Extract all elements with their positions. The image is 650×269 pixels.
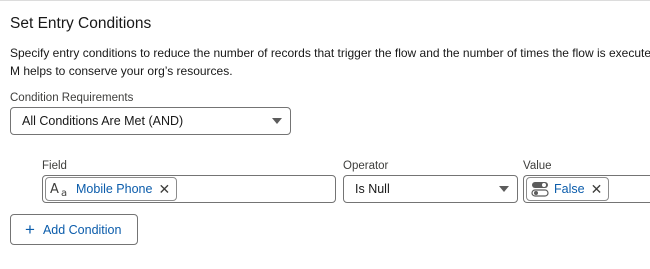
field-pill-label: Mobile Phone xyxy=(76,182,153,196)
boolean-toggle-icon xyxy=(531,182,549,197)
section-divider xyxy=(0,0,650,1)
operator-label: Operator xyxy=(343,160,389,172)
chevron-down-icon xyxy=(499,186,509,192)
field-pill[interactable]: A a Mobile Phone ✕ xyxy=(45,177,178,201)
value-label: Value xyxy=(523,160,552,172)
condition-requirements-label: Condition Requirements xyxy=(10,92,134,104)
chevron-down-icon xyxy=(272,118,282,124)
condition-requirements-select[interactable]: All Conditions Are Met (AND) xyxy=(10,107,291,135)
svg-text:a: a xyxy=(61,188,67,197)
operator-value: Is Null xyxy=(355,182,390,196)
section-description: Specify entry conditions to reduce the n… xyxy=(10,46,650,78)
value-pill-label: False xyxy=(554,182,585,196)
text-field-icon: A a xyxy=(50,182,67,197)
operator-select[interactable]: Is Null xyxy=(343,175,518,203)
field-input[interactable]: A a Mobile Phone ✕ xyxy=(42,175,336,203)
close-icon[interactable]: ✕ xyxy=(591,182,603,196)
value-pill[interactable]: False ✕ xyxy=(526,177,610,201)
section-title: Set Entry Conditions xyxy=(10,15,152,32)
add-condition-label: Add Condition xyxy=(42,222,122,237)
add-condition-button[interactable]: + Add Condition xyxy=(10,214,138,245)
field-label: Field xyxy=(42,160,67,172)
close-icon[interactable]: ✕ xyxy=(158,182,170,196)
value-input[interactable]: False ✕ xyxy=(523,175,650,203)
plus-icon: + xyxy=(25,220,35,239)
svg-text:A: A xyxy=(50,182,59,197)
condition-requirements-value: All Conditions Are Met (AND) xyxy=(22,114,184,128)
